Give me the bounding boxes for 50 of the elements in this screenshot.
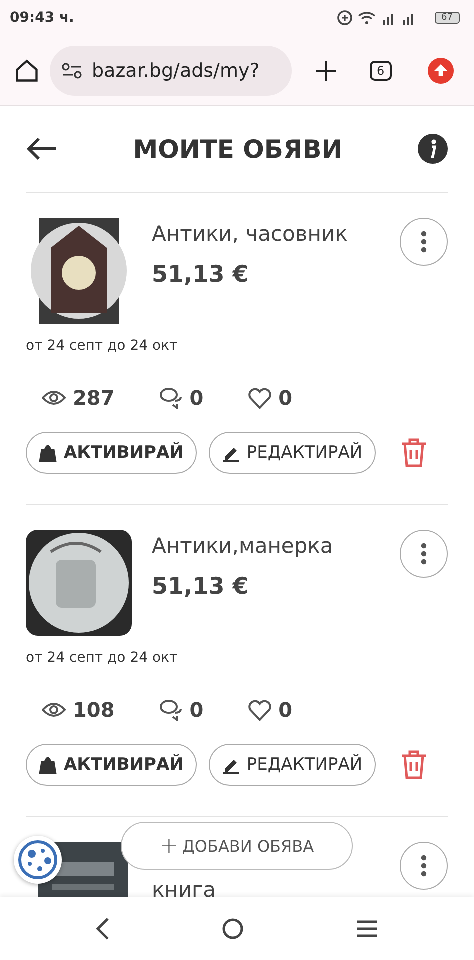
ad-title[interactable]: Антики, часовник (152, 222, 400, 246)
more-icon (421, 543, 427, 565)
ad-period: от 24 септ до 24 окт (26, 338, 179, 354)
eye-icon (42, 390, 66, 406)
chat-icon (158, 699, 183, 721)
heart-icon (248, 700, 272, 720)
more-button[interactable] (400, 218, 448, 266)
trash-icon[interactable] (400, 750, 428, 780)
activate-button[interactable]: АКТИВИРАЙ (26, 744, 197, 786)
views-count: 287 (73, 386, 115, 410)
tab-count[interactable]: 6 (370, 60, 392, 80)
trash-icon[interactable] (400, 438, 428, 468)
more-icon (421, 855, 427, 877)
info-icon[interactable] (418, 134, 448, 164)
new-tab-icon[interactable] (314, 58, 338, 82)
address-bar[interactable]: bazar.bg/ads/my? (50, 46, 292, 96)
more-button[interactable] (400, 842, 448, 890)
home-icon[interactable] (14, 58, 40, 84)
chat-icon (158, 387, 183, 409)
add-ad-button[interactable]: + ДОБАВИ ОБЯВА (121, 822, 353, 870)
likes-count: 0 (278, 698, 293, 722)
ad-title[interactable]: книга (152, 878, 400, 897)
likes-count: 0 (278, 386, 293, 410)
site-settings-icon (62, 62, 82, 78)
messages-count: 0 (190, 386, 204, 410)
ad-period: от 24 септ до 24 окт (26, 650, 179, 666)
ad-title[interactable]: Антики,манерка (152, 534, 400, 558)
more-icon (421, 231, 427, 253)
battery-level: 67 (434, 12, 460, 24)
status-time: 09:43 ч. (10, 10, 74, 26)
home-circle-icon[interactable] (222, 918, 244, 940)
bag-icon (39, 756, 57, 774)
page-title: МОИТЕ ОБЯВИ (133, 134, 343, 164)
accessibility-button[interactable] (14, 836, 62, 884)
back-icon[interactable] (96, 916, 110, 940)
ad-price: 51,13 € (152, 574, 250, 600)
messages-count: 0 (190, 698, 204, 722)
activate-button[interactable]: АКТИВИРАЙ (26, 432, 197, 474)
heart-icon (248, 388, 272, 408)
upload-icon[interactable] (428, 58, 454, 84)
menu-icon[interactable] (356, 920, 378, 938)
eye-icon (42, 702, 66, 718)
bag-icon (39, 444, 57, 462)
edit-button[interactable]: РЕДАКТИРАЙ (208, 432, 376, 474)
more-button[interactable] (400, 530, 448, 578)
ad-price: 51,13 € (152, 262, 250, 288)
edit-button[interactable]: РЕДАКТИРАЙ (208, 744, 376, 786)
back-arrow-icon[interactable] (26, 137, 58, 161)
views-count: 108 (73, 698, 115, 722)
dots-circle-icon (18, 840, 58, 880)
